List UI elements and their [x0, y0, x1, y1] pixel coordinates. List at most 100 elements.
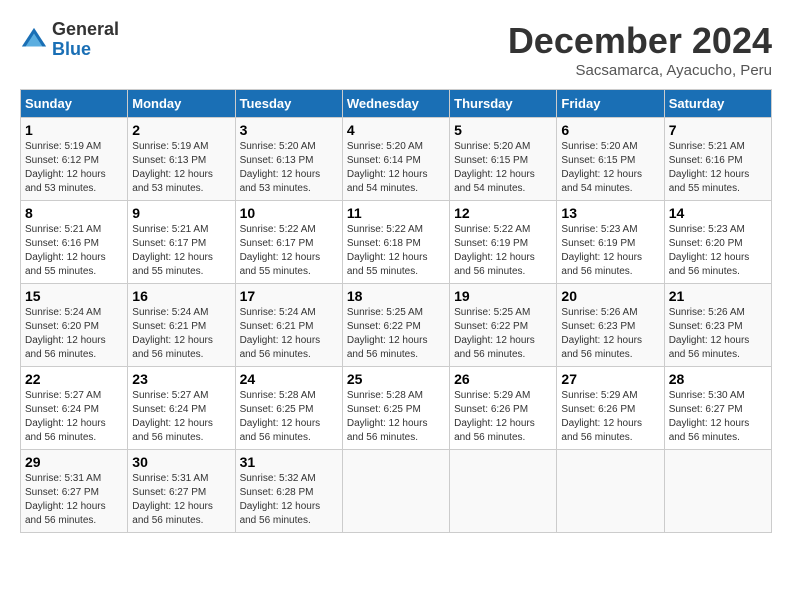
day-number: 29: [25, 454, 123, 470]
day-info: Sunrise: 5:32 AMSunset: 6:28 PMDaylight:…: [240, 473, 321, 526]
day-number: 5: [454, 122, 552, 138]
calendar-cell: 18 Sunrise: 5:25 AMSunset: 6:22 PMDaylig…: [342, 284, 449, 367]
calendar-cell: 24 Sunrise: 5:28 AMSunset: 6:25 PMDaylig…: [235, 367, 342, 450]
day-number: 23: [132, 371, 230, 387]
calendar-cell: 14 Sunrise: 5:23 AMSunset: 6:20 PMDaylig…: [664, 201, 771, 284]
month-title: December 2024: [508, 20, 772, 62]
logo-general: General: [52, 20, 119, 40]
day-info: Sunrise: 5:26 AMSunset: 6:23 PMDaylight:…: [669, 307, 750, 360]
day-number: 6: [561, 122, 659, 138]
calendar-cell: [557, 450, 664, 533]
day-number: 4: [347, 122, 445, 138]
calendar-cell: 5 Sunrise: 5:20 AMSunset: 6:15 PMDayligh…: [450, 118, 557, 201]
day-info: Sunrise: 5:24 AMSunset: 6:21 PMDaylight:…: [240, 307, 321, 360]
day-number: 25: [347, 371, 445, 387]
calendar-cell: 28 Sunrise: 5:30 AMSunset: 6:27 PMDaylig…: [664, 367, 771, 450]
day-of-week-header: SundayMondayTuesdayWednesdayThursdayFrid…: [21, 90, 772, 118]
calendar-cell: [664, 450, 771, 533]
day-number: 10: [240, 205, 338, 221]
day-info: Sunrise: 5:25 AMSunset: 6:22 PMDaylight:…: [454, 307, 535, 360]
day-info: Sunrise: 5:31 AMSunset: 6:27 PMDaylight:…: [132, 473, 213, 526]
calendar-cell: 6 Sunrise: 5:20 AMSunset: 6:15 PMDayligh…: [557, 118, 664, 201]
calendar-table: SundayMondayTuesdayWednesdayThursdayFrid…: [20, 89, 772, 533]
calendar-week-row: 8 Sunrise: 5:21 AMSunset: 6:16 PMDayligh…: [21, 201, 772, 284]
dow-cell: Friday: [557, 90, 664, 118]
day-info: Sunrise: 5:20 AMSunset: 6:15 PMDaylight:…: [454, 141, 535, 194]
day-number: 18: [347, 288, 445, 304]
logo-text: General Blue: [52, 20, 119, 60]
day-info: Sunrise: 5:29 AMSunset: 6:26 PMDaylight:…: [454, 390, 535, 443]
calendar-cell: 2 Sunrise: 5:19 AMSunset: 6:13 PMDayligh…: [128, 118, 235, 201]
day-number: 11: [347, 205, 445, 221]
calendar-cell: 20 Sunrise: 5:26 AMSunset: 6:23 PMDaylig…: [557, 284, 664, 367]
day-info: Sunrise: 5:30 AMSunset: 6:27 PMDaylight:…: [669, 390, 750, 443]
logo-blue: Blue: [52, 40, 119, 60]
calendar-body: 1 Sunrise: 5:19 AMSunset: 6:12 PMDayligh…: [21, 118, 772, 533]
calendar-cell: 31 Sunrise: 5:32 AMSunset: 6:28 PMDaylig…: [235, 450, 342, 533]
calendar-cell: 23 Sunrise: 5:27 AMSunset: 6:24 PMDaylig…: [128, 367, 235, 450]
day-number: 22: [25, 371, 123, 387]
logo-icon: [20, 26, 48, 54]
day-number: 19: [454, 288, 552, 304]
day-number: 15: [25, 288, 123, 304]
day-info: Sunrise: 5:23 AMSunset: 6:19 PMDaylight:…: [561, 224, 642, 277]
calendar-cell: 19 Sunrise: 5:25 AMSunset: 6:22 PMDaylig…: [450, 284, 557, 367]
day-info: Sunrise: 5:20 AMSunset: 6:13 PMDaylight:…: [240, 141, 321, 194]
calendar-cell: 27 Sunrise: 5:29 AMSunset: 6:26 PMDaylig…: [557, 367, 664, 450]
calendar-cell: [342, 450, 449, 533]
day-number: 28: [669, 371, 767, 387]
day-info: Sunrise: 5:31 AMSunset: 6:27 PMDaylight:…: [25, 473, 106, 526]
day-number: 8: [25, 205, 123, 221]
dow-cell: Wednesday: [342, 90, 449, 118]
calendar-cell: 15 Sunrise: 5:24 AMSunset: 6:20 PMDaylig…: [21, 284, 128, 367]
day-number: 24: [240, 371, 338, 387]
calendar-cell: 3 Sunrise: 5:20 AMSunset: 6:13 PMDayligh…: [235, 118, 342, 201]
day-number: 30: [132, 454, 230, 470]
calendar-cell: 30 Sunrise: 5:31 AMSunset: 6:27 PMDaylig…: [128, 450, 235, 533]
calendar-cell: 13 Sunrise: 5:23 AMSunset: 6:19 PMDaylig…: [557, 201, 664, 284]
day-info: Sunrise: 5:22 AMSunset: 6:19 PMDaylight:…: [454, 224, 535, 277]
dow-cell: Saturday: [664, 90, 771, 118]
day-number: 7: [669, 122, 767, 138]
calendar-cell: 1 Sunrise: 5:19 AMSunset: 6:12 PMDayligh…: [21, 118, 128, 201]
day-info: Sunrise: 5:27 AMSunset: 6:24 PMDaylight:…: [25, 390, 106, 443]
logo: General Blue: [20, 20, 119, 60]
calendar-cell: 10 Sunrise: 5:22 AMSunset: 6:17 PMDaylig…: [235, 201, 342, 284]
calendar-cell: [450, 450, 557, 533]
day-number: 17: [240, 288, 338, 304]
day-info: Sunrise: 5:29 AMSunset: 6:26 PMDaylight:…: [561, 390, 642, 443]
day-number: 27: [561, 371, 659, 387]
day-info: Sunrise: 5:20 AMSunset: 6:14 PMDaylight:…: [347, 141, 428, 194]
day-number: 2: [132, 122, 230, 138]
calendar-cell: 17 Sunrise: 5:24 AMSunset: 6:21 PMDaylig…: [235, 284, 342, 367]
day-info: Sunrise: 5:28 AMSunset: 6:25 PMDaylight:…: [240, 390, 321, 443]
day-info: Sunrise: 5:24 AMSunset: 6:21 PMDaylight:…: [132, 307, 213, 360]
calendar-cell: 29 Sunrise: 5:31 AMSunset: 6:27 PMDaylig…: [21, 450, 128, 533]
day-info: Sunrise: 5:22 AMSunset: 6:17 PMDaylight:…: [240, 224, 321, 277]
calendar-week-row: 22 Sunrise: 5:27 AMSunset: 6:24 PMDaylig…: [21, 367, 772, 450]
calendar-cell: 11 Sunrise: 5:22 AMSunset: 6:18 PMDaylig…: [342, 201, 449, 284]
calendar-week-row: 1 Sunrise: 5:19 AMSunset: 6:12 PMDayligh…: [21, 118, 772, 201]
day-info: Sunrise: 5:20 AMSunset: 6:15 PMDaylight:…: [561, 141, 642, 194]
dow-cell: Sunday: [21, 90, 128, 118]
day-info: Sunrise: 5:26 AMSunset: 6:23 PMDaylight:…: [561, 307, 642, 360]
calendar-week-row: 29 Sunrise: 5:31 AMSunset: 6:27 PMDaylig…: [21, 450, 772, 533]
calendar-cell: 7 Sunrise: 5:21 AMSunset: 6:16 PMDayligh…: [664, 118, 771, 201]
calendar-cell: 4 Sunrise: 5:20 AMSunset: 6:14 PMDayligh…: [342, 118, 449, 201]
day-number: 13: [561, 205, 659, 221]
calendar-cell: 12 Sunrise: 5:22 AMSunset: 6:19 PMDaylig…: [450, 201, 557, 284]
day-info: Sunrise: 5:23 AMSunset: 6:20 PMDaylight:…: [669, 224, 750, 277]
day-info: Sunrise: 5:21 AMSunset: 6:16 PMDaylight:…: [25, 224, 106, 277]
day-info: Sunrise: 5:27 AMSunset: 6:24 PMDaylight:…: [132, 390, 213, 443]
day-info: Sunrise: 5:21 AMSunset: 6:16 PMDaylight:…: [669, 141, 750, 194]
calendar-cell: 16 Sunrise: 5:24 AMSunset: 6:21 PMDaylig…: [128, 284, 235, 367]
calendar-cell: 9 Sunrise: 5:21 AMSunset: 6:17 PMDayligh…: [128, 201, 235, 284]
day-info: Sunrise: 5:22 AMSunset: 6:18 PMDaylight:…: [347, 224, 428, 277]
calendar-cell: 25 Sunrise: 5:28 AMSunset: 6:25 PMDaylig…: [342, 367, 449, 450]
day-number: 9: [132, 205, 230, 221]
day-info: Sunrise: 5:21 AMSunset: 6:17 PMDaylight:…: [132, 224, 213, 277]
day-info: Sunrise: 5:28 AMSunset: 6:25 PMDaylight:…: [347, 390, 428, 443]
day-info: Sunrise: 5:19 AMSunset: 6:13 PMDaylight:…: [132, 141, 213, 194]
calendar-cell: 21 Sunrise: 5:26 AMSunset: 6:23 PMDaylig…: [664, 284, 771, 367]
day-number: 1: [25, 122, 123, 138]
